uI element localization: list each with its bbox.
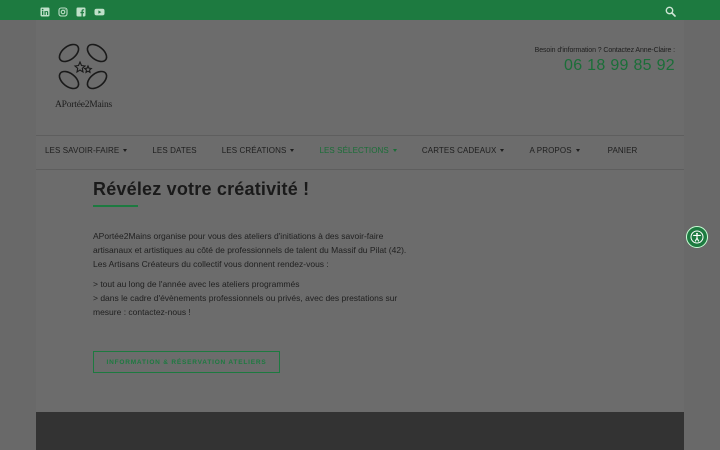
nav-item-a-propos[interactable]: A PROPOS (529, 146, 580, 155)
nav-item-selections[interactable]: LES SÉLECTIONS (319, 146, 397, 155)
intro-paragraph: Les Artisans Créateurs du collectif vous… (93, 259, 329, 269)
nav-divider-top (36, 135, 684, 136)
nav-item-label: PANIER (607, 146, 638, 155)
top-bar (0, 0, 720, 20)
nav-item-cartes-cadeaux[interactable]: CARTES CADEAUX (422, 146, 505, 155)
accessibility-icon (690, 230, 704, 244)
logo-text: APortée2Mains (55, 100, 113, 110)
chevron-down-icon (123, 149, 128, 152)
phone-number[interactable]: 06 18 99 85 92 (564, 57, 675, 75)
intro-bullet: > tout au long de l'année avec les ateli… (93, 279, 300, 289)
main-nav: LES SAVOIR-FAIRE LES DATES LES CRÉATIONS… (45, 146, 637, 155)
contact-label: Besoin d'information ? Contactez Anne-Cl… (534, 47, 675, 54)
nav-divider-bottom (36, 169, 684, 170)
nav-item-label: LES SAVOIR-FAIRE (45, 146, 120, 155)
page-headline: Révélez votre créativité ! (93, 179, 310, 199)
accessibility-button[interactable] (686, 226, 708, 248)
reservation-button[interactable]: INFORMATION & RÉSERVATION ATELIERS (93, 351, 280, 373)
nav-item-panier[interactable]: PANIER (608, 146, 638, 155)
nav-item-label: A PROPOS (529, 146, 572, 155)
search-icon[interactable] (665, 4, 676, 17)
footer (36, 412, 684, 450)
nav-item-label: LES CRÉATIONS (221, 146, 287, 155)
linkedin-icon[interactable] (40, 4, 50, 17)
instagram-icon[interactable] (58, 4, 68, 17)
intro-paragraph: APortée2Mains organise pour vous des ate… (93, 231, 407, 255)
nav-item-dates[interactable]: LES DATES (152, 146, 196, 155)
nav-item-creations[interactable]: LES CRÉATIONS (222, 146, 295, 155)
intro-text: APortée2Mains organise pour vous des ate… (93, 229, 413, 319)
chevron-down-icon (500, 149, 505, 152)
chevron-down-icon (575, 149, 580, 152)
nav-item-label: LES DATES (152, 146, 197, 155)
social-links (40, 4, 105, 17)
nav-item-label: LES SÉLECTIONS (319, 146, 389, 155)
facebook-icon[interactable] (76, 4, 86, 17)
youtube-icon[interactable] (94, 4, 105, 16)
nav-item-savoir-faire[interactable]: LES SAVOIR-FAIRE (45, 146, 128, 155)
nav-item-label: CARTES CADEAUX (421, 146, 497, 155)
intro-bullet: > dans le cadre d'évènements professionn… (93, 293, 398, 317)
headline-underline (93, 205, 138, 207)
chevron-down-icon (290, 149, 295, 152)
chevron-down-icon (392, 149, 397, 152)
